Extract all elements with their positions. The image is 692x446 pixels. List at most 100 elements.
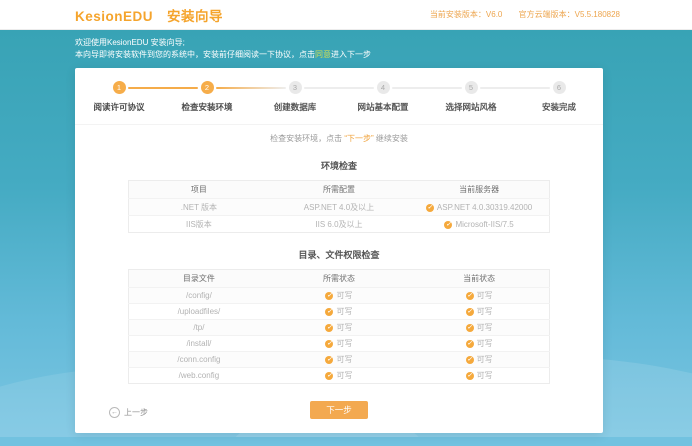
check-circle-icon: ✓ [465, 291, 474, 300]
perm-current: ✓ 可写 [409, 335, 550, 352]
check-circle-icon: ✓ [465, 307, 474, 316]
perm-required: ✓ 可写 [268, 319, 410, 336]
bottom-strip [0, 437, 692, 446]
perm-current: ✓ 可写 [409, 367, 550, 384]
perm-current-value: 可写 [476, 307, 493, 317]
stepper-labels: 阅读许可协议 检查安装环境 创建数据库 网站基本配置 选择网站风格 安装完成 [75, 101, 603, 113]
table-row: /install/ ✓ 可写 ✓ 可写 [128, 335, 550, 352]
table-row: IIS版本 IIS 6.0及以上 ✓ Microsoft-IIS/7.5 [128, 215, 550, 233]
check-circle-icon: ✓ [465, 339, 474, 348]
welcome-line1: 欢迎使用KesionEDU 安装向导; [75, 38, 185, 47]
perm-current: ✓ 可写 [409, 287, 550, 304]
table-header-row: 目录文件 所需状态 当前状态 [128, 269, 550, 288]
perm-current: ✓ 可写 [409, 303, 550, 320]
step-5-circle: 5 [464, 81, 478, 94]
perm-current-value: 可写 [476, 291, 493, 301]
step-1-circle: 1 [112, 81, 126, 94]
step-5-label: 选择网站风格 [445, 102, 497, 112]
table-row: .NET 版本 ASP.NET 4.0及以上 ✓ ASP.NET 4.0.3031… [128, 198, 550, 216]
welcome-text: 欢迎使用KesionEDU 安装向导; 本向导即将安装软件到您的系统中，安装前仔… [0, 30, 692, 61]
perm-required: ✓ 可写 [268, 367, 410, 384]
perm-path: /tp/ [128, 319, 269, 336]
check-circle-icon: ✓ [325, 355, 334, 364]
perm-check-table: 目录文件 所需状态 当前状态 /config/ ✓ 可写 ✓ 可写 /uploadf… [128, 269, 550, 384]
footer-controls: ← 上一步 下一步 [75, 401, 603, 419]
top-bar: KesionEDU 安装向导 当前安装版本：V6.0 官方云端版本：V5.5.18… [0, 0, 692, 30]
perm-required: ✓ 可写 [268, 287, 410, 304]
perm-check-title: 目录、文件权限检查 [298, 250, 380, 260]
step-4-label: 网站基本配置 [357, 102, 409, 112]
gradient-background: 欢迎使用KesionEDU 安装向导; 本向导即将安装软件到您的系统中，安装前仔… [0, 30, 692, 446]
cloud-version: 官方云端版本：V5.5.180828 [518, 10, 620, 19]
step-3-label: 创建数据库 [273, 102, 317, 112]
perm-required: ✓ 可写 [268, 351, 410, 368]
perm-current: ✓ 可写 [409, 319, 550, 336]
table-header-row: 项目 所需配置 当前服务器 [128, 180, 550, 199]
perm-current-value: 可写 [476, 339, 493, 349]
step-4-circle: 4 [376, 81, 390, 94]
table-row: /uploadfiles/ ✓ 可写 ✓ 可写 [128, 303, 550, 320]
perm-required: ✓ 可写 [268, 303, 410, 320]
env-current: ✓ Microsoft-IIS/7.5 [409, 215, 550, 233]
app-title: KesionEDU 安装向导 [75, 5, 223, 25]
col-header: 所需配置 [268, 180, 410, 199]
step-hint: 检查安装环境，点击 “下一步” 继续安装 [75, 133, 603, 144]
check-circle-icon: ✓ [325, 291, 334, 300]
check-circle-icon: ✓ [325, 371, 334, 380]
env-required: IIS 6.0及以上 [268, 215, 410, 233]
env-item: .NET 版本 [128, 198, 269, 216]
hint-suffix: 继续安装 [373, 134, 408, 143]
step-6-label: 安装完成 [541, 102, 576, 112]
col-header: 当前服务器 [409, 180, 550, 199]
perm-required: ✓ 可写 [268, 335, 410, 352]
perm-required-value: 可写 [336, 307, 353, 317]
col-header: 项目 [128, 180, 269, 199]
stepper-connector [216, 87, 286, 89]
col-header: 当前状态 [409, 269, 550, 288]
current-version: 当前安装版本：V6.0 [429, 10, 503, 19]
perm-required-value: 可写 [336, 339, 353, 349]
check-circle-icon: ✓ [325, 339, 334, 348]
env-item: IIS版本 [128, 215, 269, 233]
check-circle-icon: ✓ [465, 371, 474, 380]
table-row: /tp/ ✓ 可写 ✓ 可写 [128, 319, 550, 336]
welcome-line2: 本向导即将安装软件到您的系统中，安装前仔细阅读一下协议，点击同意进入下一步 [75, 49, 692, 61]
welcome-line2-prefix: 本向导即将安装软件到您的系统中，安装前仔细阅读一下协议，点击 [75, 50, 315, 59]
check-circle-icon: ✓ [425, 203, 434, 212]
arrow-left-circle-icon: ← [109, 407, 120, 418]
table-row: /conn.config ✓ 可写 ✓ 可写 [128, 351, 550, 368]
env-current-value: ASP.NET 4.0.30319.42000 [436, 203, 533, 213]
perm-path: /uploadfiles/ [128, 303, 269, 320]
perm-required-value: 可写 [336, 371, 353, 381]
perm-required-value: 可写 [336, 323, 353, 333]
env-current: ✓ ASP.NET 4.0.30319.42000 [409, 198, 550, 216]
agree-link[interactable]: 同意 [315, 50, 331, 59]
perm-path: /install/ [128, 335, 269, 352]
perm-current-value: 可写 [476, 323, 493, 333]
stepper: 1 2 3 4 5 6 阅读许可协议 检查安装环境 创建数据库 网站基本配置 选… [75, 68, 603, 125]
welcome-line2-suffix: 进入下一步 [331, 50, 371, 59]
col-header: 目录文件 [128, 269, 269, 288]
check-circle-icon: ✓ [325, 307, 334, 316]
stepper-connector [391, 87, 462, 89]
step-6-circle: 6 [552, 81, 566, 94]
perm-path: /conn.config [128, 351, 269, 368]
perm-required-value: 可写 [336, 291, 353, 301]
stepper-connector [304, 87, 374, 89]
previous-step-button[interactable]: ← 上一步 [109, 404, 148, 422]
stepper-circles: 1 2 3 4 5 6 [75, 81, 603, 95]
previous-step-label: 上一步 [124, 407, 148, 417]
check-circle-icon: ✓ [444, 220, 453, 229]
wizard-card: 1 2 3 4 5 6 阅读许可协议 检查安装环境 创建数据库 网站基本配置 选… [75, 68, 603, 433]
step-3-circle: 3 [288, 81, 302, 94]
perm-path: /config/ [128, 287, 269, 304]
hint-next-step: “下一步” [344, 134, 374, 143]
env-current-value: Microsoft-IIS/7.5 [455, 220, 514, 230]
env-check-table: 项目 所需配置 当前服务器 .NET 版本 ASP.NET 4.0及以上 ✓ AS… [128, 180, 550, 233]
perm-current: ✓ 可写 [409, 351, 550, 368]
perm-current-value: 可写 [476, 355, 493, 365]
step-2-circle: 2 [200, 81, 214, 94]
step-1-label: 阅读许可协议 [93, 102, 145, 112]
next-step-button[interactable]: 下一步 [310, 401, 368, 419]
env-check-title: 环境检查 [320, 161, 357, 171]
